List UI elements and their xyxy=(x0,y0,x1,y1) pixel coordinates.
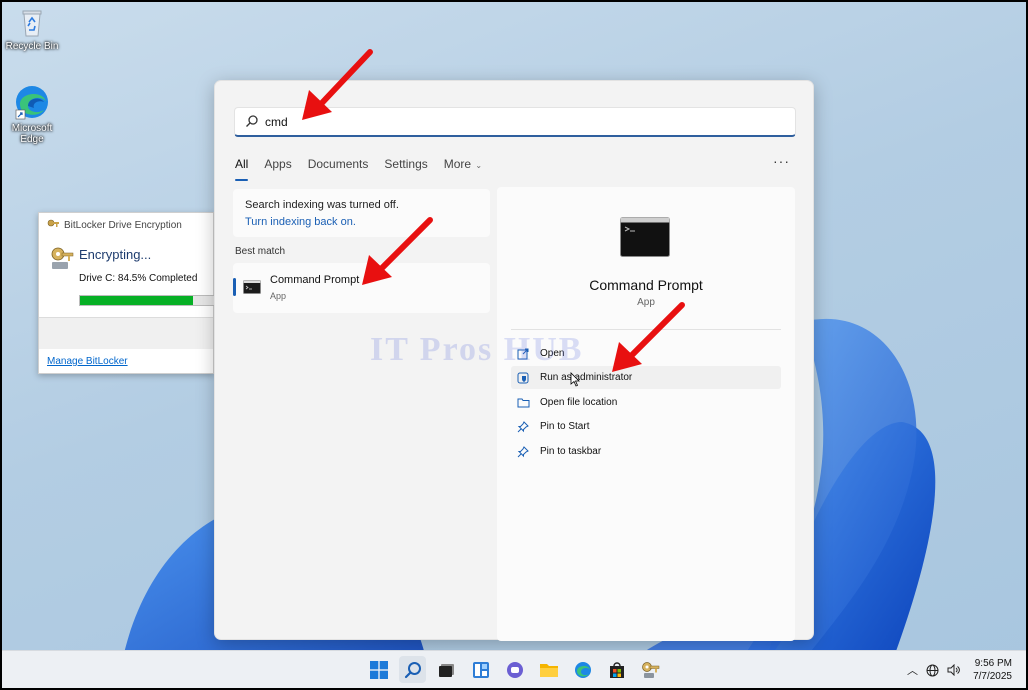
bitlocker-title: BitLocker Drive Encryption xyxy=(64,219,182,231)
bitlocker-key-icon xyxy=(47,219,59,227)
tab-settings[interactable]: Settings xyxy=(384,157,427,175)
system-tray: ︿ xyxy=(907,662,961,678)
best-match-type: App xyxy=(270,291,287,301)
chat-icon xyxy=(506,661,523,678)
action-label: Pin to Start xyxy=(540,421,590,432)
bitlocker-footer xyxy=(39,317,213,349)
best-match-name: Command Prompt xyxy=(270,274,360,286)
action-label: Pin to taskbar xyxy=(540,446,602,457)
desktop-icon-edge[interactable]: Microsoft Edge xyxy=(2,84,62,145)
recycle-bin-icon xyxy=(22,10,42,37)
store-button[interactable] xyxy=(603,656,630,683)
action-label: Run as administrator xyxy=(540,372,633,383)
turn-indexing-on-link[interactable]: Turn indexing back on. xyxy=(245,216,356,228)
widgets-icon xyxy=(472,661,489,678)
detail-app-type: App xyxy=(637,297,655,308)
divider xyxy=(511,329,781,330)
clock-date: 7/7/2025 xyxy=(973,671,1012,682)
action-pin-to-start[interactable]: Pin to Start xyxy=(511,415,781,438)
ellipsis-icon[interactable]: ··· xyxy=(773,153,790,169)
clock[interactable]: 9:56 PM 7/7/2025 xyxy=(964,657,1012,683)
chevron-up-icon[interactable]: ︿ xyxy=(907,662,918,678)
bitlocker-taskbar-button[interactable] xyxy=(637,656,664,683)
best-match-label: Best match xyxy=(235,246,286,257)
desktop: Recycle Bin Microsoft Edge BitLocker Dri… xyxy=(2,2,1026,688)
pin-icon xyxy=(511,445,533,458)
action-pin-to-taskbar[interactable]: Pin to taskbar xyxy=(511,440,781,463)
action-run-as-administrator[interactable]: Run as administrator xyxy=(511,366,781,389)
mouse-cursor-icon xyxy=(570,372,580,387)
desktop-icon-label: Microsoft Edge xyxy=(11,123,53,145)
bitlocker-status: Drive C: 84.5% Completed xyxy=(79,273,198,284)
file-explorer-button[interactable] xyxy=(535,656,562,683)
bitlocker-heading: Encrypting... xyxy=(79,247,152,262)
search-icon xyxy=(246,115,258,127)
chevron-down-icon: ⌄ xyxy=(473,161,483,170)
selection-accent xyxy=(233,278,236,296)
search-box[interactable] xyxy=(234,107,796,137)
search-input[interactable] xyxy=(265,112,765,132)
clock-time: 9:56 PM xyxy=(974,658,1012,669)
bitlocker-drive-icon xyxy=(51,247,74,269)
folder-icon xyxy=(539,663,558,677)
action-label: Open file location xyxy=(540,397,618,408)
bitlocker-key-icon xyxy=(641,661,659,678)
windows-logo-icon xyxy=(369,660,388,679)
detail-app-name: Command Prompt xyxy=(589,277,703,293)
tab-documents[interactable]: Documents xyxy=(308,157,369,175)
manage-bitlocker-link[interactable]: Manage BitLocker xyxy=(47,356,128,367)
search-icon xyxy=(404,661,421,678)
bitlocker-progress-bar xyxy=(79,295,215,306)
folder-icon xyxy=(511,397,533,408)
open-icon xyxy=(511,348,533,360)
tab-apps[interactable]: Apps xyxy=(264,157,291,175)
command-prompt-large-icon xyxy=(620,217,670,257)
tab-more[interactable]: More ⌄ xyxy=(444,157,482,175)
best-match-item[interactable]: Command Prompt App xyxy=(233,263,490,313)
result-detail-pane: Command Prompt App Open Run as administr… xyxy=(497,187,795,641)
tab-all[interactable]: All xyxy=(235,157,249,181)
store-icon xyxy=(609,661,624,678)
pin-icon xyxy=(511,420,533,433)
widgets-button[interactable] xyxy=(467,656,494,683)
action-label: Open xyxy=(540,348,565,359)
start-button[interactable] xyxy=(365,656,392,683)
indexing-notice-card: Search indexing was turned off. Turn ind… xyxy=(233,189,490,237)
taskbar-apps xyxy=(365,656,664,683)
action-open-file-location[interactable]: Open file location xyxy=(511,391,781,414)
action-open[interactable]: Open xyxy=(511,342,781,365)
task-view-button[interactable] xyxy=(433,656,460,683)
command-prompt-icon xyxy=(243,280,261,294)
desktop-icon-label: Recycle Bin xyxy=(5,41,59,52)
bitlocker-progress-fill xyxy=(80,296,194,305)
start-search-panel: All Apps Documents Settings More ⌄ ··· S… xyxy=(214,80,814,641)
edge-icon xyxy=(574,661,591,678)
desktop-icon-recycle-bin[interactable]: Recycle Bin xyxy=(2,8,62,52)
chat-button[interactable] xyxy=(501,656,528,683)
search-tabs: All Apps Documents Settings More ⌄ xyxy=(235,157,498,181)
tab-more-label: More xyxy=(443,157,472,171)
bitlocker-titlebar: BitLocker Drive Encryption xyxy=(47,219,182,231)
network-globe-icon[interactable] xyxy=(926,664,939,677)
bitlocker-main: Encrypting... Drive C: 84.5% Completed xyxy=(47,243,215,309)
edge-taskbar-button[interactable] xyxy=(569,656,596,683)
shield-icon xyxy=(511,372,533,384)
task-view-icon xyxy=(438,663,454,677)
indexing-notice: Search indexing was turned off. xyxy=(245,199,399,211)
volume-icon[interactable] xyxy=(947,664,961,676)
bitlocker-window: BitLocker Drive Encryption Encrypting...… xyxy=(38,212,215,374)
taskbar: ︿ 9:56 PM 7/7/2025 xyxy=(2,650,1026,688)
taskbar-search-button[interactable] xyxy=(399,656,426,683)
edge-icon xyxy=(15,86,48,120)
